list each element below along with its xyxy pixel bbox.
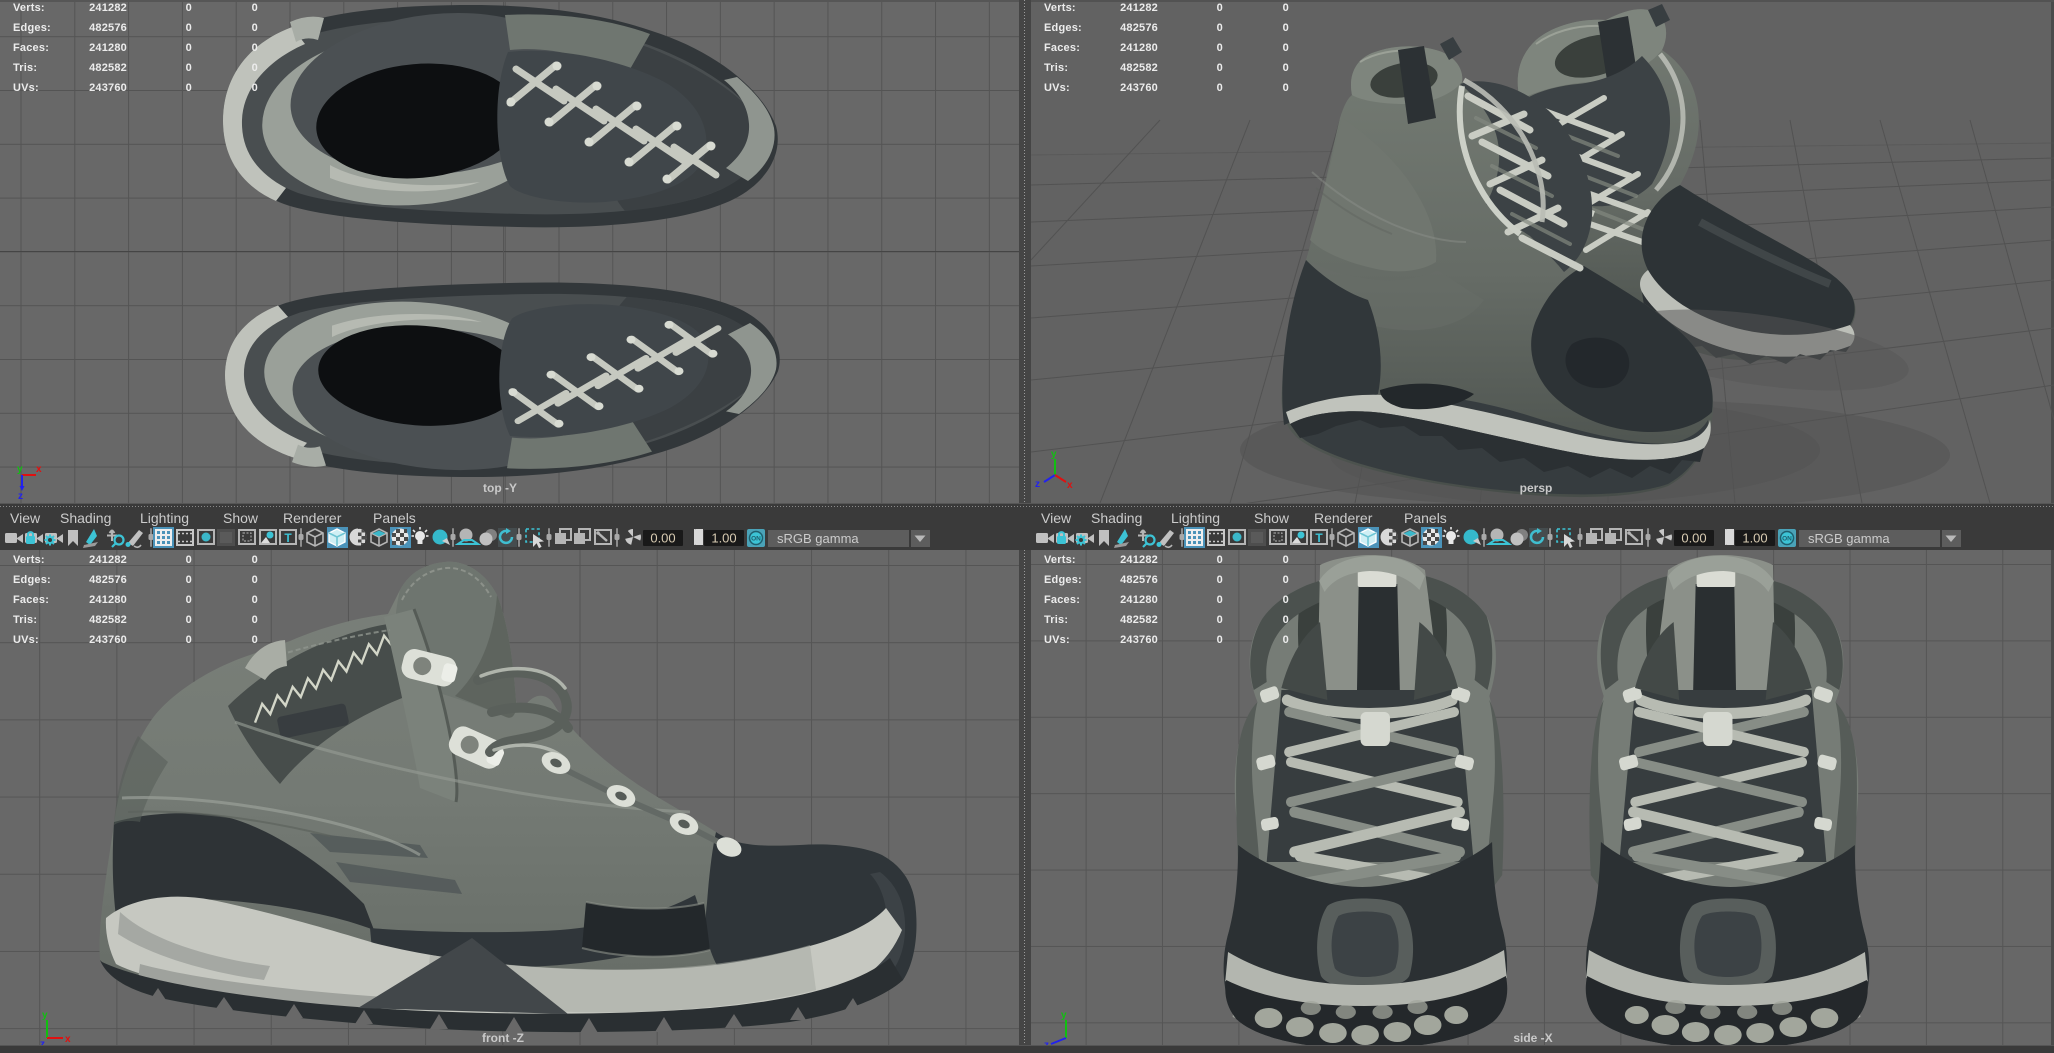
svg-text:y: y — [1061, 1010, 1067, 1021]
svg-text:x: x — [65, 1034, 71, 1045]
svg-text:y: y — [1051, 449, 1057, 460]
svg-text:z: z — [1035, 479, 1040, 490]
svg-text:x: x — [1067, 480, 1073, 491]
svg-text:y: y — [42, 1010, 48, 1021]
svg-text:z: z — [18, 491, 23, 500]
svg-text:y: y — [17, 464, 23, 475]
svg-text:x: x — [36, 464, 42, 475]
